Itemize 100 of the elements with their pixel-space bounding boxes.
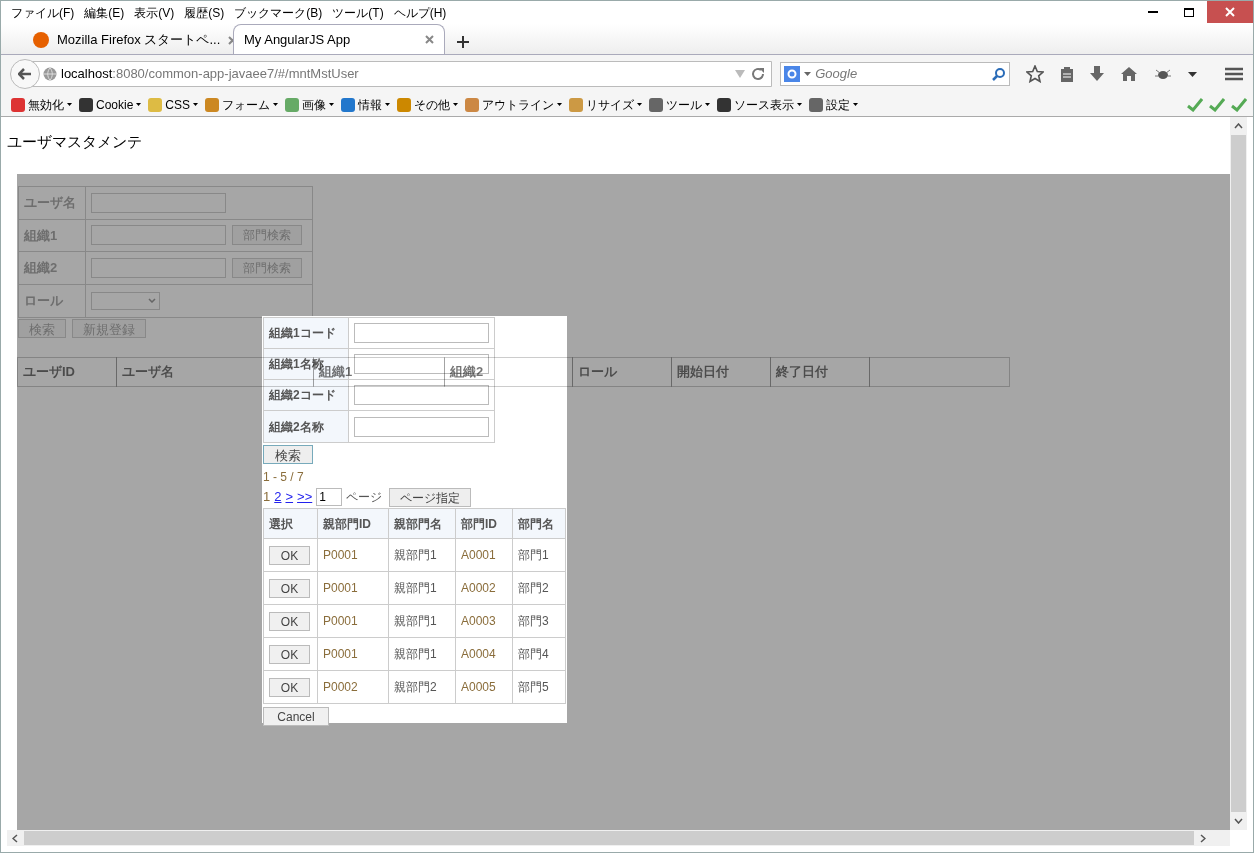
toolbar-icon: [79, 97, 93, 112]
download-icon[interactable]: [1090, 66, 1104, 82]
toolbar-icon: [569, 97, 584, 112]
vertical-scrollbar[interactable]: [1230, 117, 1247, 830]
column-header: 部門名: [512, 508, 566, 539]
page-link[interactable]: >: [285, 487, 294, 507]
toolbar-menu[interactable]: Cookie: [79, 95, 142, 114]
text-field[interactable]: [91, 225, 226, 246]
table-cell: A0003: [455, 604, 513, 638]
toolbar-icon: [809, 97, 824, 112]
caret-icon: [853, 103, 859, 106]
menu-item[interactable]: 履歴(S): [184, 3, 225, 22]
caret-icon: [193, 103, 199, 106]
table-cell: 部門4: [512, 637, 566, 671]
ok-button[interactable]: OK: [269, 677, 310, 697]
tab-title: Mozilla Firefox スタートペ...: [57, 31, 221, 50]
ok-button[interactable]: OK: [269, 545, 310, 565]
menu-item[interactable]: ファイル(F): [11, 3, 75, 22]
caret-icon: [705, 103, 711, 106]
text-field[interactable]: [354, 385, 489, 405]
search-button[interactable]: 検索: [263, 445, 313, 464]
toolbar-icon: [205, 97, 220, 112]
page-input[interactable]: 1: [316, 488, 343, 506]
new-tab-icon[interactable]: [457, 36, 469, 48]
menu-item[interactable]: 編集(E): [84, 3, 125, 22]
toolbar-menu[interactable]: アウトライン: [465, 95, 563, 114]
text-field[interactable]: [91, 257, 226, 278]
column-header: 選択: [263, 508, 318, 539]
tab-title: My AngularJS App: [244, 30, 352, 49]
result-range: 1 - 5 / 7: [263, 469, 305, 486]
text-field[interactable]: [354, 416, 489, 437]
dropdown-icon: [735, 70, 746, 78]
menu-item[interactable]: ブックマーク(B): [234, 3, 323, 22]
table-cell: 親部門1: [388, 637, 456, 671]
go-to-page-button[interactable]: ページ指定: [389, 487, 472, 507]
dropdown-icon[interactable]: [1188, 71, 1197, 77]
ok-button[interactable]: OK: [269, 611, 310, 631]
toolbar-menu[interactable]: リサイズ: [569, 95, 643, 114]
toolbar-menu[interactable]: 無効化: [11, 95, 72, 114]
menu-item[interactable]: 表示(V): [134, 3, 175, 22]
toolbar-menu[interactable]: その他: [397, 95, 459, 114]
ok-button[interactable]: OK: [269, 578, 310, 598]
horizontal-scrollbar[interactable]: [7, 830, 1230, 846]
close-tab-icon[interactable]: [425, 35, 434, 44]
browser-tab[interactable]: My AngularJS App: [233, 24, 445, 54]
column-header: ロール: [572, 357, 672, 387]
search-field[interactable]: Google: [780, 62, 1010, 86]
menu-item[interactable]: ツール(T): [332, 3, 384, 22]
table-cell: P0001: [317, 604, 389, 638]
clipboard-icon[interactable]: [1060, 65, 1074, 83]
table-cell: P0001: [317, 538, 389, 572]
table-cell: 部門5: [512, 670, 566, 704]
bug-icon[interactable]: [1154, 67, 1172, 81]
toolbar-menu[interactable]: CSS: [148, 95, 199, 114]
table-cell: P0002: [317, 670, 389, 704]
browser-logo-icon: [33, 32, 49, 48]
column-header: 組織2: [444, 357, 573, 387]
text-field[interactable]: [91, 192, 226, 213]
toolbar-menu[interactable]: 設定: [809, 95, 859, 114]
page-link[interactable]: 1: [263, 487, 271, 507]
check-icon: [1209, 97, 1225, 112]
check-icon: [1187, 97, 1203, 112]
caret-icon: [637, 103, 643, 106]
reload-icon: [751, 67, 766, 81]
caret-icon: [67, 103, 72, 106]
toolbar-icon: [11, 97, 25, 112]
check-icon: [1231, 97, 1247, 112]
toolbar-menu[interactable]: ソース表示: [717, 95, 803, 114]
scroll-left-icon: [12, 833, 18, 843]
page-link[interactable]: 2: [274, 487, 282, 507]
toolbar-icon: [717, 97, 732, 112]
page-link[interactable]: >>: [297, 487, 313, 507]
table-cell: P0001: [317, 571, 389, 605]
text-field[interactable]: [354, 323, 489, 343]
close-button[interactable]: [1207, 1, 1253, 23]
ok-button[interactable]: OK: [269, 644, 310, 664]
table-cell: 親部門1: [388, 604, 456, 638]
field-label: 組織1コード: [264, 318, 349, 348]
star-icon[interactable]: [1026, 65, 1044, 83]
back-button[interactable]: [10, 59, 40, 89]
field-label: 組織2コード: [264, 380, 349, 410]
scroll-down-icon: [1234, 818, 1243, 824]
menu-icon[interactable]: [1225, 67, 1243, 81]
cancel-button[interactable]: Cancel: [263, 707, 329, 726]
page-title: ユーザマスタメンテ: [7, 132, 142, 152]
toolbar-menu[interactable]: 情報: [341, 95, 391, 114]
form-label: ユーザ名: [19, 187, 86, 219]
form-label: ロール: [19, 284, 86, 317]
table-cell: P0001: [317, 637, 389, 671]
menu-item[interactable]: ヘルプ(H): [393, 3, 447, 22]
table-cell: 親部門2: [388, 670, 456, 704]
toolbar-menu[interactable]: ツール: [649, 95, 711, 114]
caret-icon: [136, 103, 142, 106]
table-cell: 部門1: [512, 538, 566, 572]
home-icon[interactable]: [1120, 66, 1138, 82]
search-engine-icon: [784, 66, 801, 82]
scroll-right-icon: [1200, 833, 1206, 843]
toolbar-menu[interactable]: 画像: [285, 95, 335, 114]
toolbar-menu[interactable]: フォーム: [205, 95, 279, 114]
back-icon: [18, 68, 32, 80]
